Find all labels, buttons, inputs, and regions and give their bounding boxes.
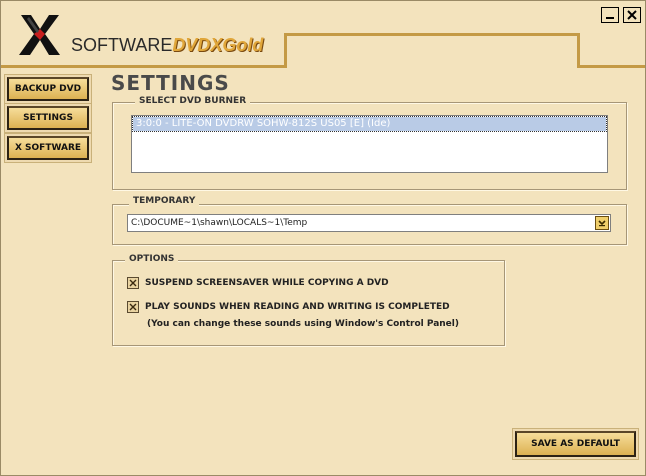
nav-settings-button[interactable]: SETTINGS [7, 106, 89, 130]
suspend-screensaver-option[interactable]: SUSPEND SCREENSAVER WHILE COPYING A DVD [127, 276, 389, 290]
minimize-icon [606, 17, 614, 19]
suspend-screensaver-label[interactable]: SUSPEND SCREENSAVER WHILE COPYING A DVD [145, 278, 389, 288]
play-sounds-option[interactable]: PLAY SOUNDS WHEN READING AND WRITING IS … [127, 300, 450, 314]
header-tab-outline-top [284, 33, 580, 36]
close-button[interactable] [623, 7, 641, 23]
options-group-label: OPTIONS [125, 254, 179, 264]
nav-backup-dvd-button[interactable]: BACKUP DVD [7, 77, 89, 101]
header-tab-outline-right [577, 33, 580, 68]
header-divider-left [1, 65, 287, 68]
page-title: SETTINGS [111, 71, 230, 95]
save-as-default-button[interactable]: SAVE AS DEFAULT [515, 431, 636, 457]
burner-list[interactable]: 3:0:0 - LITE-ON DVDRW SOHW-812S US05 [E]… [131, 115, 608, 173]
play-sounds-checkbox[interactable] [127, 301, 139, 313]
x-logo-icon [19, 15, 60, 55]
temporary-group-label: TEMPORARY [129, 196, 200, 206]
header-tab-outline-left [284, 33, 287, 68]
temporary-dropdown-button[interactable] [595, 216, 609, 230]
temporary-path-combobox[interactable]: C:\DOCUME~1\shawn\LOCALS~1\Temp [127, 214, 611, 232]
minimize-button[interactable] [601, 7, 619, 23]
play-sounds-label[interactable]: PLAY SOUNDS WHEN READING AND WRITING IS … [145, 302, 450, 312]
logo-brand: DVDXGold [172, 35, 264, 55]
logo-prefix: SOFTWARE [71, 35, 173, 55]
chevron-down-icon [598, 220, 606, 227]
burner-group-label: SELECT DVD BURNER [135, 96, 251, 106]
sounds-note: (You can change these sounds using Windo… [147, 319, 459, 329]
close-icon [627, 10, 637, 20]
logo: SOFTWAREDVDXGold [15, 11, 263, 61]
suspend-screensaver-checkbox[interactable] [127, 277, 139, 289]
burner-list-item[interactable]: 3:0:0 - LITE-ON DVDRW SOHW-812S US05 [E]… [132, 116, 607, 132]
checkmark-x-icon [129, 303, 137, 311]
checkmark-x-icon [129, 279, 137, 287]
nav-x-software-button[interactable]: X SOFTWARE [7, 136, 89, 160]
app-window: SOFTWAREDVDXGold BACKUP DVD SETTINGS X S… [0, 0, 646, 476]
header-divider-right [577, 65, 645, 68]
temporary-path-value: C:\DOCUME~1\shawn\LOCALS~1\Temp [131, 218, 308, 228]
logo-wordmark: SOFTWAREDVDXGold [71, 35, 263, 56]
